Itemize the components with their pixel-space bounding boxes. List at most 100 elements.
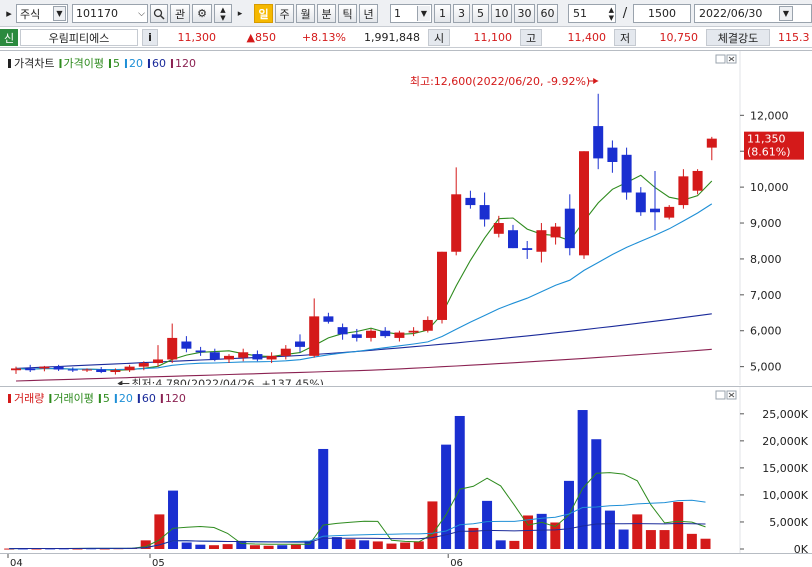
magnifier-icon[interactable]: [150, 4, 168, 23]
legend-item[interactable]: 5: [113, 57, 120, 70]
candle-body[interactable]: [366, 330, 376, 338]
chevron-down-icon[interactable]: ⌵: [138, 9, 145, 19]
legend-item[interactable]: 거래량: [14, 392, 44, 405]
volume-bar[interactable]: [454, 415, 465, 549]
legend-item[interactable]: 60: [142, 392, 156, 405]
period-tab-5[interactable]: 년: [359, 4, 378, 23]
volume-bar[interactable]: [400, 542, 411, 549]
volume-bar[interactable]: [345, 539, 356, 549]
period-tab-2[interactable]: 월: [296, 4, 315, 23]
volume-bar[interactable]: [386, 543, 397, 549]
volume-bar[interactable]: [372, 541, 383, 549]
candle-body[interactable]: [82, 369, 92, 371]
candle-body[interactable]: [408, 330, 419, 333]
price-chart[interactable]: 5,0006,0007,0008,0009,00010,00011,00012,…: [0, 51, 812, 385]
volume-bar[interactable]: [632, 514, 643, 549]
chevron-down-icon[interactable]: ▼: [53, 6, 66, 21]
candle-body[interactable]: [635, 192, 646, 213]
legend-item[interactable]: 20: [119, 392, 133, 405]
candle-body[interactable]: [664, 206, 675, 218]
candle-body[interactable]: [706, 138, 717, 148]
market-select[interactable]: 주식 ▼: [16, 4, 68, 23]
minimize-icon[interactable]: [715, 390, 726, 400]
volume-bar[interactable]: [495, 540, 506, 549]
volume-bar[interactable]: [686, 533, 697, 549]
candle-body[interactable]: [167, 337, 178, 360]
candle-body[interactable]: [579, 151, 589, 256]
link-icon[interactable]: ⚙: [192, 4, 212, 23]
volume-bar[interactable]: [700, 538, 711, 549]
stock-name[interactable]: 우림피티에스: [20, 29, 138, 46]
legend-item[interactable]: 20: [129, 57, 143, 70]
candle-body[interactable]: [394, 332, 405, 338]
candle-body[interactable]: [564, 208, 575, 249]
volume-bar[interactable]: [604, 510, 615, 549]
volume-bar[interactable]: [645, 530, 656, 549]
candle-body[interactable]: [678, 176, 689, 206]
volume-bar[interactable]: [249, 545, 260, 549]
volume-chart[interactable]: 0K5,000K10,000K15,000K20,000K25,000K거래량 거…: [0, 387, 812, 554]
candle-body[interactable]: [238, 352, 249, 358]
legend-item[interactable]: 가격이평: [63, 57, 103, 70]
legend-item[interactable]: 120: [165, 392, 186, 405]
volume-bar[interactable]: [195, 544, 206, 549]
volume-bar[interactable]: [509, 540, 520, 549]
candle-body[interactable]: [39, 366, 50, 369]
volume-bar[interactable]: [577, 410, 588, 549]
candle-body[interactable]: [195, 350, 206, 353]
chevron-down-icon[interactable]: ▼: [779, 6, 793, 21]
range-button-60[interactable]: 60: [537, 4, 558, 23]
volume-bar[interactable]: [290, 544, 301, 549]
legend-item[interactable]: 60: [152, 57, 166, 70]
volume-bar[interactable]: [427, 501, 438, 549]
volume-bar[interactable]: [331, 537, 342, 549]
candle-body[interactable]: [522, 248, 533, 250]
candle-body[interactable]: [266, 355, 277, 360]
price-chart-panel[interactable]: 5,0006,0007,0008,0009,00010,00011,00012,…: [0, 50, 812, 385]
volume-bar[interactable]: [413, 541, 424, 549]
range-button-5[interactable]: 5: [472, 4, 489, 23]
volume-bar[interactable]: [236, 540, 247, 549]
candle-body[interactable]: [337, 327, 348, 335]
stock-code-input[interactable]: 101170 ⌵: [72, 4, 148, 23]
volume-bar[interactable]: [673, 501, 684, 549]
count-input[interactable]: 51 ▲ ▼: [568, 4, 616, 23]
candle-body[interactable]: [252, 354, 263, 360]
volume-bar[interactable]: [359, 540, 370, 549]
count-total-input[interactable]: 1500: [633, 4, 691, 23]
volume-bar[interactable]: [222, 544, 233, 549]
volume-bar[interactable]: [263, 545, 274, 549]
candle-body[interactable]: [621, 154, 632, 193]
candle-body[interactable]: [451, 194, 462, 252]
range-button-30[interactable]: 30: [514, 4, 535, 23]
candle-body[interactable]: [110, 370, 121, 373]
candle-body[interactable]: [465, 197, 476, 206]
minimize-icon[interactable]: [715, 54, 726, 64]
range-button-3[interactable]: 3: [453, 4, 470, 23]
period-tab-3[interactable]: 분: [317, 4, 336, 23]
chevron-down-icon[interactable]: ▼: [417, 6, 430, 21]
period-tab-4[interactable]: 틱: [338, 4, 357, 23]
range-button-1[interactable]: 1: [434, 4, 451, 23]
volume-bar[interactable]: [659, 530, 670, 549]
candle-body[interactable]: [692, 170, 703, 191]
candle-body[interactable]: [53, 366, 64, 370]
range-button-10[interactable]: 10: [491, 4, 512, 23]
candle-body[interactable]: [479, 205, 490, 220]
chevron-right-icon[interactable]: ▸: [234, 4, 246, 23]
candle-body[interactable]: [295, 341, 305, 347]
candle-body[interactable]: [124, 366, 135, 371]
volume-bar[interactable]: [181, 542, 192, 549]
legend-item[interactable]: 120: [175, 57, 196, 70]
candle-body[interactable]: [323, 316, 334, 322]
candle-body[interactable]: [181, 341, 192, 349]
favorite-button[interactable]: 관: [170, 4, 190, 23]
candle-body[interactable]: [25, 368, 36, 371]
stepper-icon[interactable]: ▲ ▼: [609, 6, 614, 22]
candle-body[interactable]: [493, 223, 504, 234]
candle-body[interactable]: [351, 334, 362, 338]
interval-select[interactable]: 1 ▼: [390, 4, 432, 23]
candle-body[interactable]: [309, 316, 320, 356]
volume-bar[interactable]: [618, 529, 629, 549]
volume-bar[interactable]: [318, 448, 329, 549]
